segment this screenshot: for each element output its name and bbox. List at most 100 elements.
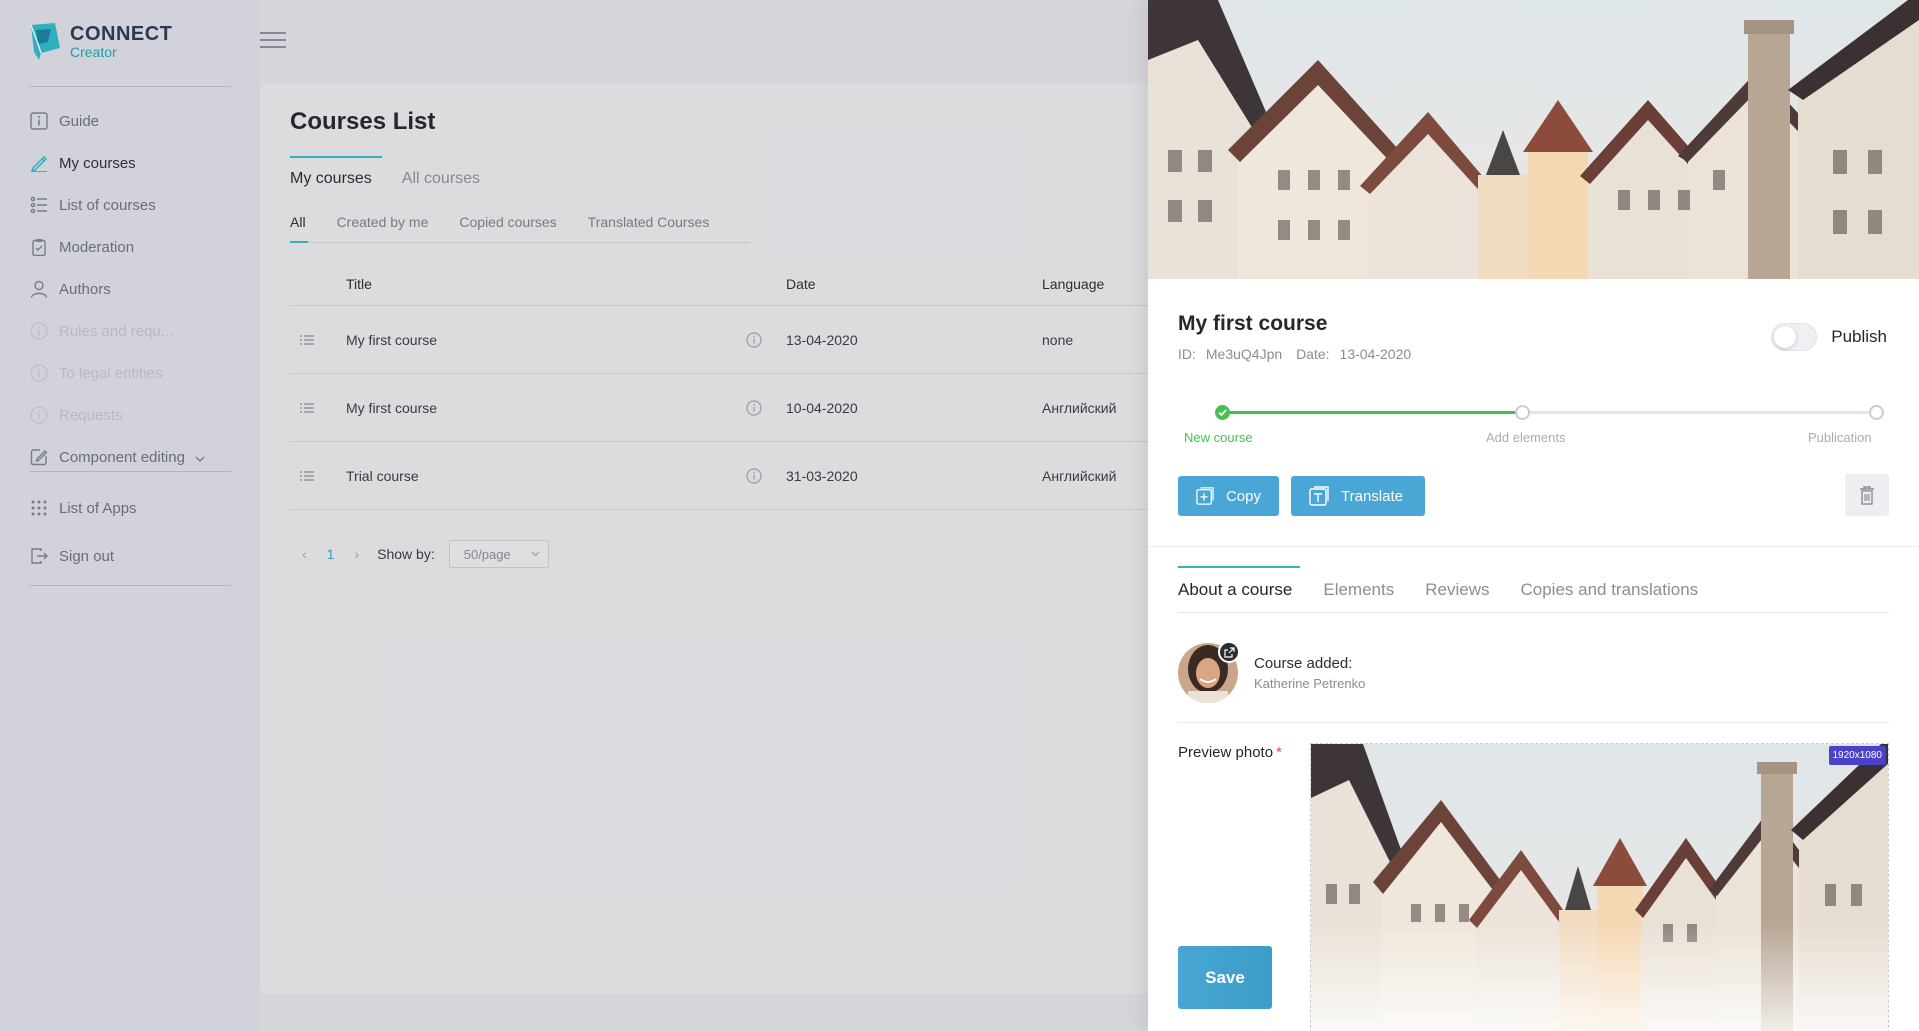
id-label: ID: bbox=[1178, 346, 1196, 362]
edit-icon bbox=[29, 447, 49, 467]
step-dot bbox=[1515, 405, 1530, 420]
filter-tab-copied[interactable]: Copied courses bbox=[459, 214, 556, 242]
delete-button[interactable] bbox=[1845, 474, 1889, 516]
course-meta: ID: Me3uQ4Jpn Date: 13-04-2020 bbox=[1178, 346, 1421, 362]
page-number[interactable]: 1 bbox=[327, 546, 335, 562]
trash-icon bbox=[1860, 486, 1874, 505]
date-label: Date: bbox=[1296, 346, 1330, 362]
avatar[interactable] bbox=[1178, 641, 1240, 703]
course-date-cell: 13-04-2020 bbox=[786, 331, 858, 348]
course-language-cell: Английский bbox=[1042, 399, 1117, 416]
step-label-publication: Publication bbox=[1808, 430, 1872, 445]
course-title-cell[interactable]: My first course bbox=[346, 400, 746, 416]
sidebar-item-label: My courses bbox=[59, 154, 136, 172]
chevron-down-icon bbox=[195, 449, 205, 466]
resolution-badge: 1920x1080 bbox=[1828, 746, 1886, 765]
logo[interactable]: CONNECT Creator bbox=[29, 22, 172, 61]
column-language[interactable]: Language bbox=[1042, 276, 1160, 292]
drawer-tabs: About a course Elements Reviews Copies a… bbox=[1178, 566, 1889, 613]
column-title[interactable]: Title bbox=[346, 276, 746, 292]
check-circle-icon bbox=[1215, 405, 1230, 420]
course-title-cell[interactable]: Trial course bbox=[346, 468, 746, 484]
tab-my-courses[interactable]: My courses bbox=[290, 156, 382, 194]
publish-toggle[interactable] bbox=[1771, 323, 1818, 351]
author-label: Course added: bbox=[1254, 655, 1353, 672]
sidebar-item-moderation[interactable]: Moderation bbox=[29, 226, 239, 268]
chevron-left-icon[interactable]: ‹ bbox=[302, 546, 307, 562]
sidebar-item-label: Moderation bbox=[59, 238, 135, 256]
drag-handle-icon[interactable] bbox=[290, 402, 346, 414]
sidebar-item-label: Requests bbox=[59, 406, 123, 424]
pencil-icon bbox=[29, 153, 49, 173]
course-scope-tabs: My courses All courses bbox=[290, 156, 510, 194]
sidebar-item-sign-out[interactable]: Sign out bbox=[29, 532, 239, 580]
sidebar-divider bbox=[29, 471, 231, 472]
info-circle-icon[interactable] bbox=[746, 467, 786, 484]
info-circle-icon bbox=[29, 363, 49, 383]
table-row[interactable]: Trial course 31-03-2020 Английский bbox=[290, 442, 1160, 510]
clipboard-icon bbox=[29, 237, 49, 257]
sidebar-item-label: Sign out bbox=[59, 547, 115, 565]
step-label-add-elements: Add elements bbox=[1486, 430, 1566, 445]
course-details-drawer: My first course ID: Me3uQ4Jpn Date: 13-04-… bbox=[1148, 0, 1919, 1031]
course-date-cell: 10-04-2020 bbox=[786, 399, 858, 416]
sidebar: CONNECT Creator Guide My courses List of… bbox=[0, 0, 260, 1031]
info-circle-icon bbox=[29, 321, 49, 341]
brand-subtitle: Creator bbox=[70, 44, 117, 60]
course-title: My first course bbox=[1178, 312, 1328, 335]
translate-button[interactable]: Translate bbox=[1291, 476, 1425, 516]
list-icon bbox=[29, 195, 49, 215]
pagination: ‹ 1 › Show by: 50/page bbox=[290, 540, 549, 568]
filter-tab-created-by-me[interactable]: Created by me bbox=[337, 214, 429, 242]
sidebar-item-my-courses[interactable]: My courses bbox=[29, 142, 239, 184]
required-mark: * bbox=[1276, 744, 1282, 761]
copy-label: Copy bbox=[1225, 487, 1261, 505]
sidebar-item-list-of-apps[interactable]: List of Apps bbox=[29, 484, 239, 532]
logo-icon bbox=[30, 23, 60, 60]
course-title-cell[interactable]: My first course bbox=[346, 332, 746, 348]
preview-photo-label: Preview photo * bbox=[1178, 744, 1282, 761]
tab-copies-translations[interactable]: Copies and translations bbox=[1520, 566, 1698, 612]
sidebar-bottom-menu: List of Apps Sign out bbox=[29, 484, 239, 580]
course-cover-image bbox=[1148, 0, 1919, 279]
filter-tab-all[interactable]: All bbox=[290, 214, 308, 243]
progress-steps: New course Add elements Publication bbox=[1178, 402, 1889, 452]
grid-icon bbox=[29, 498, 49, 518]
info-circle-icon bbox=[29, 405, 49, 425]
copy-button[interactable]: Copy bbox=[1178, 476, 1279, 516]
sidebar-divider bbox=[29, 585, 231, 586]
tab-elements[interactable]: Elements bbox=[1323, 566, 1394, 612]
info-circle-icon[interactable] bbox=[746, 399, 786, 416]
drag-handle-icon[interactable] bbox=[290, 334, 346, 346]
filter-tab-translated[interactable]: Translated Courses bbox=[588, 214, 710, 242]
sign-out-icon bbox=[29, 546, 49, 566]
tab-about-course[interactable]: About a course bbox=[1178, 566, 1301, 612]
step-connector bbox=[1223, 411, 1515, 414]
menu-toggle-icon[interactable] bbox=[260, 30, 286, 50]
sidebar-item-authors[interactable]: Authors bbox=[29, 268, 239, 310]
info-circle-icon[interactable] bbox=[746, 331, 786, 348]
step-dot bbox=[1869, 405, 1884, 420]
tab-all-courses[interactable]: All courses bbox=[402, 156, 480, 194]
preview-photo-upload[interactable]: 1920x1080 bbox=[1310, 743, 1889, 1031]
translate-icon bbox=[1309, 486, 1329, 506]
brand-title: CONNECT bbox=[70, 23, 173, 45]
courses-panel: Courses List My courses All courses All … bbox=[260, 84, 1160, 994]
external-link-icon[interactable] bbox=[1218, 641, 1240, 663]
sidebar-item-list-of-courses[interactable]: List of courses bbox=[29, 184, 239, 226]
divider bbox=[1178, 722, 1889, 723]
page-size-select[interactable]: 50/page bbox=[448, 540, 549, 568]
table-row[interactable]: My first course 13-04-2020 none bbox=[290, 306, 1160, 374]
table-row[interactable]: My first course 10-04-2020 Английский bbox=[290, 374, 1160, 442]
sidebar-item-guide[interactable]: Guide bbox=[29, 100, 239, 142]
column-date[interactable]: Date bbox=[786, 276, 1042, 292]
show-by-label: Show by: bbox=[377, 546, 435, 562]
course-date: 13-04-2020 bbox=[1339, 346, 1412, 362]
chevron-right-icon[interactable]: › bbox=[354, 546, 359, 562]
drag-handle-icon[interactable] bbox=[290, 470, 346, 482]
sidebar-item-label: List of Apps bbox=[59, 499, 137, 517]
tab-reviews[interactable]: Reviews bbox=[1425, 566, 1489, 612]
save-button[interactable]: Save bbox=[1178, 946, 1272, 1009]
step-connector bbox=[1530, 411, 1869, 414]
sidebar-item-label: Rules and requ... bbox=[59, 322, 174, 340]
